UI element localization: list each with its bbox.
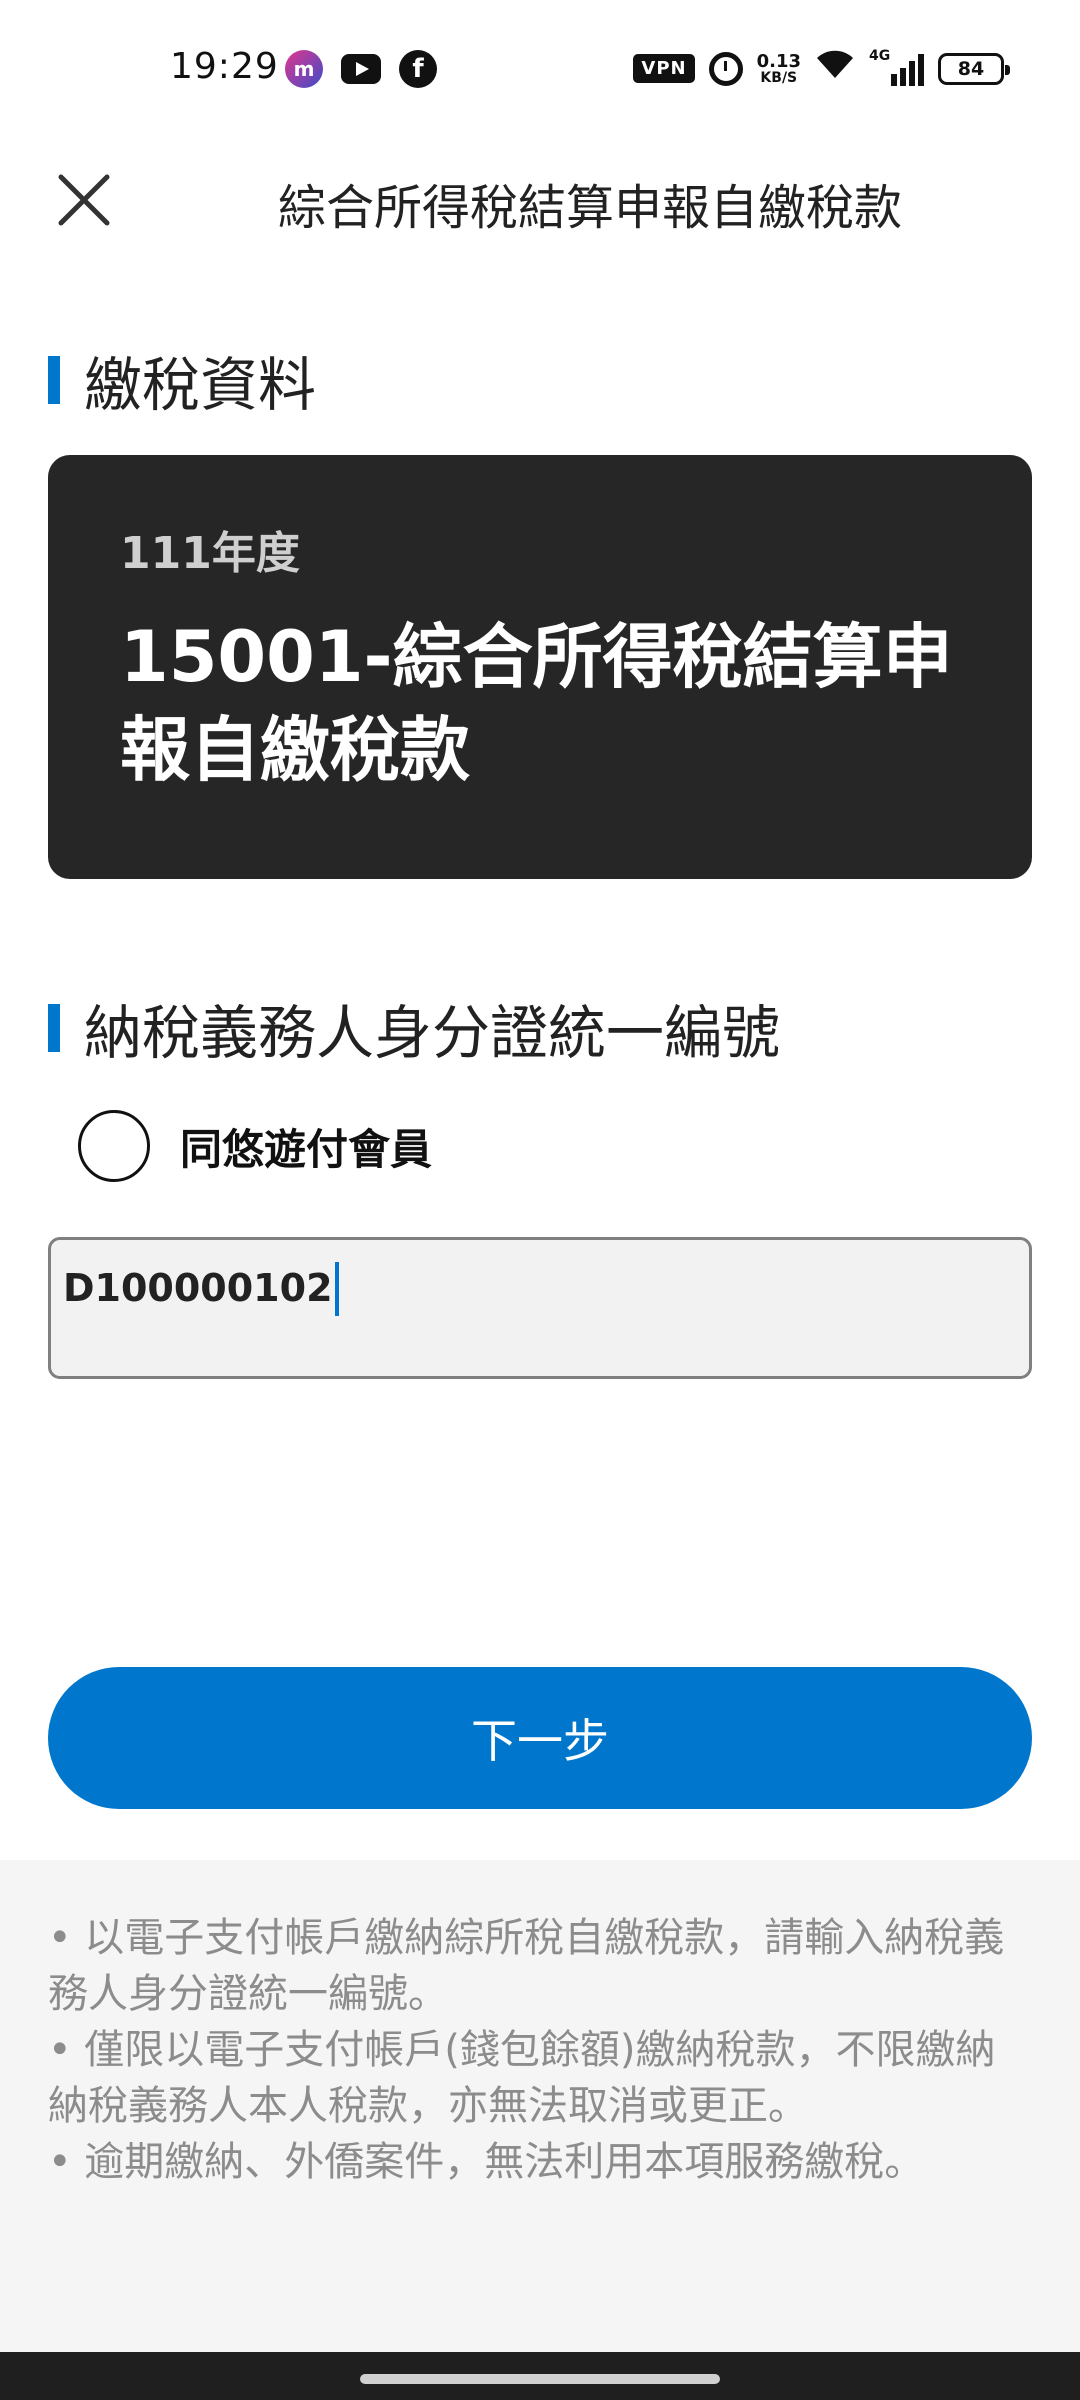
next-step-button[interactable]: 下一步 bbox=[48, 1667, 1032, 1809]
battery-level: 84 bbox=[957, 57, 985, 80]
taxpayer-id-input[interactable]: D100000102 bbox=[48, 1237, 1032, 1379]
network-speed-value: 0.13 bbox=[756, 50, 801, 72]
taxpayer-id-heading: 納稅義務人身分證統一編號 bbox=[48, 986, 780, 1070]
wifi-icon bbox=[815, 48, 855, 89]
youtube-icon bbox=[341, 54, 381, 84]
home-gesture-handle[interactable] bbox=[360, 2374, 720, 2384]
taxpayer-id-value: D100000102 bbox=[63, 1266, 333, 1310]
note-item: • 僅限以電子支付帳戶(錢包餘額)繳納稅款，不限繳納納稅義務人本人稅款，亦無法取… bbox=[48, 2027, 996, 2129]
messenger-app-icon: m bbox=[285, 50, 323, 88]
notification-icons: m f bbox=[285, 50, 437, 88]
network-speed: 0.13 KB/S bbox=[756, 50, 801, 86]
status-time: 19:29 bbox=[170, 46, 279, 87]
facebook-icon: f bbox=[399, 50, 437, 88]
close-icon bbox=[58, 174, 110, 226]
cellular-signal-icon: 4G bbox=[869, 48, 924, 86]
alarm-icon bbox=[708, 51, 743, 86]
system-status-icons: VPN 0.13 KB/S 4G 84 bbox=[633, 48, 1010, 89]
close-button[interactable] bbox=[44, 160, 124, 240]
tax-item-card: 111年度 15001-綜合所得稅結算申報自繳稅款 bbox=[48, 455, 1032, 879]
status-bar: 19:29 m f VPN 0.13 KB/S 4G 84 bbox=[0, 0, 1080, 140]
network-speed-unit: KB/S bbox=[760, 69, 798, 86]
tax-info-heading-text: 繳稅資料 bbox=[84, 351, 317, 419]
page-title: 綜合所得稅結算申報自繳稅款 bbox=[277, 180, 902, 236]
notes-panel: • 以電子支付帳戶繳納綜所稅自繳稅款，請輸入納稅義務人身分證統一編號。 • 僅限… bbox=[0, 1860, 1080, 2352]
note-item: • 以電子支付帳戶繳納綜所稅自繳稅款，請輸入納稅義務人身分證統一編號。 bbox=[48, 1915, 1005, 2017]
battery-icon: 84 bbox=[938, 52, 1010, 85]
tax-item-name: 15001-綜合所得稅結算申報自繳稅款 bbox=[120, 616, 953, 792]
network-type: 4G bbox=[869, 47, 891, 64]
same-as-member-option[interactable]: 同悠遊付會員 bbox=[78, 1110, 432, 1182]
heading-accent-bar bbox=[48, 356, 60, 404]
tax-year: 111年度 bbox=[120, 528, 300, 579]
taxpayer-id-heading-text: 納稅義務人身分證統一編號 bbox=[84, 999, 781, 1067]
same-as-member-radio[interactable] bbox=[78, 1110, 150, 1182]
text-cursor bbox=[334, 1262, 339, 1316]
note-item: • 逾期繳納、外僑案件，無法利用本項服務繳稅。 bbox=[48, 2139, 925, 2185]
same-as-member-label: 同悠遊付會員 bbox=[180, 1124, 433, 1174]
tax-info-heading: 繳稅資料 bbox=[48, 338, 316, 422]
heading-accent-bar bbox=[48, 1004, 60, 1052]
system-navigation-bar bbox=[0, 2352, 1080, 2400]
vpn-icon: VPN bbox=[633, 54, 695, 83]
app-header: 綜合所得稅結算申報自繳稅款 bbox=[0, 140, 1080, 250]
